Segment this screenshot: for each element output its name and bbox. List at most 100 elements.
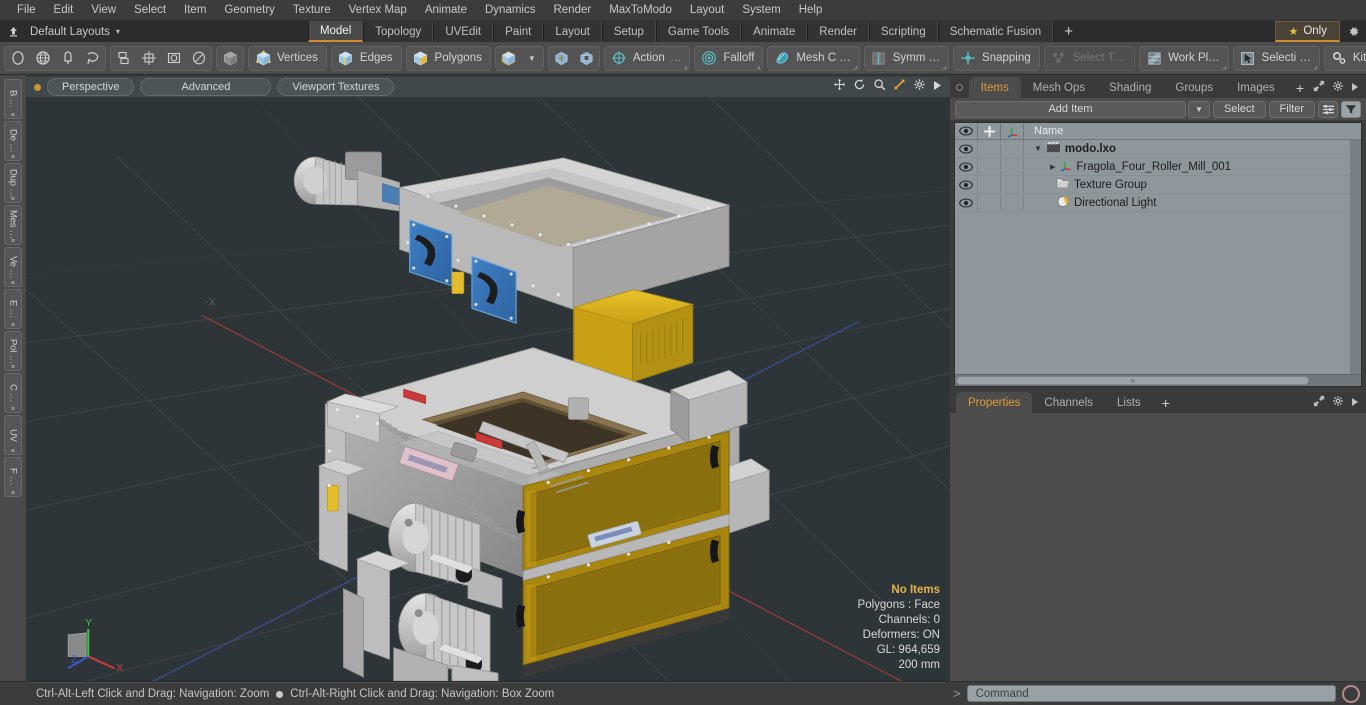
falloff-button[interactable]: Falloff xyxy=(694,45,764,71)
layout-tab-uvedit[interactable]: UVEdit xyxy=(433,21,494,42)
expand-properties-icon[interactable] xyxy=(1313,394,1325,412)
layout-settings-gear-icon[interactable] xyxy=(1340,21,1366,42)
ellipse-tool-icon[interactable] xyxy=(5,46,30,71)
zoom-icon[interactable] xyxy=(873,78,886,96)
row-name-cell[interactable]: Directional Light xyxy=(1024,194,1361,211)
properties-menu-arrow-icon[interactable] xyxy=(1351,394,1359,412)
layout-tab-setup[interactable]: Setup xyxy=(601,21,656,42)
add-item-dropdown-arrow[interactable]: ▼ xyxy=(1187,100,1210,118)
tab-shading[interactable]: Shading xyxy=(1097,77,1164,98)
menu-item-edit[interactable]: Edit xyxy=(45,1,83,20)
item-selection-mode-button[interactable]: ▼ xyxy=(494,45,544,71)
menu-item-system[interactable]: System xyxy=(733,1,789,20)
layout-tab-paint[interactable]: Paint xyxy=(493,21,544,42)
tab-lists[interactable]: Lists xyxy=(1105,392,1153,413)
menu-item-render[interactable]: Render xyxy=(544,1,600,20)
row-visibility-toggle[interactable] xyxy=(955,194,978,211)
scrollbar-thumb[interactable] xyxy=(956,376,1310,385)
add-panel-tab-button[interactable]: + xyxy=(1286,77,1313,98)
home-layout-icon[interactable] xyxy=(0,21,26,42)
row-name-cell[interactable]: ▼ modo.lxo xyxy=(1024,140,1361,157)
chevron-down-icon[interactable]: ▼ xyxy=(523,54,541,63)
panel-menu-arrow-icon[interactable] xyxy=(1351,79,1359,97)
layout-tab-game-tools[interactable]: Game Tools xyxy=(655,21,742,42)
tab-mesh-ops[interactable]: Mesh Ops xyxy=(1020,77,1098,98)
tab-channels[interactable]: Channels xyxy=(1032,392,1106,413)
command-history-icon[interactable] xyxy=(1342,684,1360,703)
expand-panel-icon[interactable] xyxy=(1313,79,1325,97)
row-visibility-toggle[interactable] xyxy=(955,158,978,175)
only-toggle-button[interactable]: ★ Only xyxy=(1275,21,1340,42)
vtab-duplicate[interactable]: Dup … xyxy=(4,163,22,203)
layout-tab-topology[interactable]: Topology xyxy=(363,21,434,42)
mesh-constraint-button[interactable]: Mesh C … xyxy=(767,45,860,71)
menu-item-vertex-map[interactable]: Vertex Map xyxy=(340,1,416,20)
add-properties-tab-button[interactable]: + xyxy=(1152,392,1179,413)
work-plane-button[interactable]: Work Pl… xyxy=(1139,45,1229,71)
layout-tab-model[interactable]: Model xyxy=(307,21,364,42)
snap-pivot-icon[interactable] xyxy=(574,46,599,71)
menu-item-select[interactable]: Select xyxy=(125,1,175,20)
rotate-icon[interactable] xyxy=(853,78,866,96)
vtab-uv[interactable]: UV xyxy=(4,415,22,455)
axis-column-header[interactable] xyxy=(1001,123,1024,139)
viewport-shading-dropdown[interactable]: Advanced xyxy=(140,78,272,96)
viewport-projection-dropdown[interactable]: Perspective xyxy=(47,78,135,96)
filter-button[interactable]: Filter xyxy=(1268,100,1315,118)
tab-groups[interactable]: Groups xyxy=(1163,77,1226,98)
filter-funnel-icon[interactable] xyxy=(1341,100,1361,118)
layout-tab-scripting[interactable]: Scripting xyxy=(868,21,938,42)
properties-panel-body[interactable] xyxy=(950,413,1366,681)
table-row[interactable]: Texture Group xyxy=(955,176,1361,194)
row-axis-cell[interactable] xyxy=(1001,194,1024,211)
select-button[interactable]: Select xyxy=(1212,100,1266,118)
row-lock-cell[interactable] xyxy=(978,194,1001,211)
item-mode-button[interactable] xyxy=(216,45,244,71)
list-options-icon[interactable] xyxy=(1318,100,1338,118)
bounds-tool-icon[interactable] xyxy=(161,46,186,71)
center-pivot-icon[interactable] xyxy=(549,46,574,71)
lasso-tool-icon[interactable] xyxy=(80,46,105,71)
menu-item-dynamics[interactable]: Dynamics xyxy=(476,1,544,20)
expander-icon[interactable]: ▶ xyxy=(1050,163,1055,171)
vtab-deform[interactable]: De … xyxy=(4,121,22,161)
snapping-button[interactable]: Snapping xyxy=(953,45,1040,71)
vtab-fusion[interactable]: F … xyxy=(4,457,22,497)
row-name-cell[interactable]: Texture Group xyxy=(1024,176,1361,193)
vtab-vertex[interactable]: Ve … xyxy=(4,247,22,287)
globe-tool-icon[interactable] xyxy=(30,46,55,71)
selection-mode-vertices[interactable]: Vertices xyxy=(248,45,327,71)
row-lock-cell[interactable] xyxy=(978,140,1001,157)
row-visibility-toggle[interactable] xyxy=(955,140,978,157)
oval-tool-icon[interactable] xyxy=(186,46,211,71)
row-name-cell[interactable]: ▶ Fragola_Four_Roller_Mill_001 xyxy=(1024,158,1361,175)
action-center-button[interactable]: Action … xyxy=(603,45,691,71)
3d-viewport[interactable]: -X X Y Z No Items Polygons: Face Channe… xyxy=(26,97,950,681)
layout-tab-layout[interactable]: Layout xyxy=(543,21,602,42)
selection-mode-polygons[interactable]: Polygons xyxy=(405,45,491,71)
viewport-menu-arrow-icon[interactable] xyxy=(933,78,942,96)
expander-icon[interactable]: ▼ xyxy=(1034,144,1042,153)
tab-items[interactable]: Items xyxy=(968,77,1021,98)
command-input[interactable]: Command xyxy=(966,685,1336,702)
menu-item-geometry[interactable]: Geometry xyxy=(215,1,284,20)
items-list[interactable]: Name ▼ modo.lxo ▶ Fragola_Four_Roller_Mi… xyxy=(954,122,1362,387)
vtab-basic[interactable]: B … xyxy=(4,79,22,119)
properties-settings-gear-icon[interactable] xyxy=(1332,394,1344,412)
symmetry-button[interactable]: Symm … xyxy=(863,45,950,71)
items-list-horizontal-scrollbar[interactable] xyxy=(955,374,1361,386)
selection-mode-edges[interactable]: Edges xyxy=(330,45,402,71)
row-visibility-toggle[interactable] xyxy=(955,176,978,193)
vtab-polygon[interactable]: Pol … xyxy=(4,331,22,371)
pen-tool-icon[interactable] xyxy=(55,46,80,71)
layout-tab-schematic-fusion[interactable]: Schematic Fusion xyxy=(937,21,1054,42)
select-through-button[interactable]: Select T… xyxy=(1043,45,1136,71)
fit-icon[interactable] xyxy=(893,78,906,96)
panel-settings-gear-icon[interactable] xyxy=(1332,79,1344,97)
pan-icon[interactable] xyxy=(833,78,846,96)
vtab-curve[interactable]: C … xyxy=(4,373,22,413)
selection-sets-button[interactable]: Selecti … xyxy=(1232,45,1320,71)
menu-item-maxtomodo[interactable]: MaxToModo xyxy=(600,1,681,20)
tab-properties[interactable]: Properties xyxy=(956,392,1033,413)
add-item-button[interactable]: Add Item xyxy=(955,100,1186,118)
